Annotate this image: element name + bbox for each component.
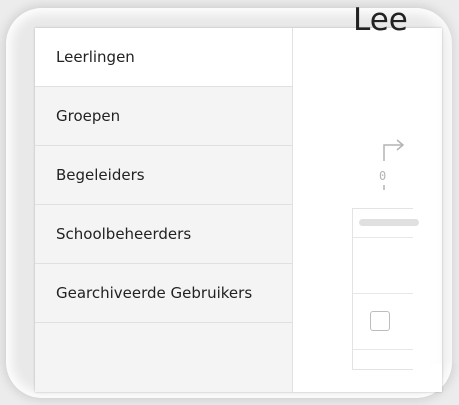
table-panel <box>352 208 419 370</box>
sidebar: Leerlingen Groepen Begeleiders Schoolbeh… <box>35 28 293 392</box>
sidebar-item-leerlingen[interactable]: Leerlingen <box>35 28 292 87</box>
svg-text:0: 0 <box>379 169 386 183</box>
sidebar-item-label: Groepen <box>56 107 121 125</box>
divider <box>353 237 413 238</box>
sidebar-item-label: Leerlingen <box>56 48 135 66</box>
sidebar-item-label: Schoolbeheerders <box>56 225 192 243</box>
sidebar-item-gearchiveerde-gebruikers[interactable]: Gearchiveerde Gebruikers <box>35 264 292 323</box>
sidebar-item-schoolbeheerders[interactable]: Schoolbeheerders <box>35 205 292 264</box>
row-checkbox[interactable] <box>370 311 390 331</box>
sidebar-item-groepen[interactable]: Groepen <box>35 87 292 146</box>
divider <box>353 293 413 294</box>
scrollbar[interactable] <box>359 219 419 226</box>
sidebar-item-label: Begeleiders <box>56 166 145 184</box>
sidebar-item-begeleiders[interactable]: Begeleiders <box>35 146 292 205</box>
divider <box>353 349 413 350</box>
sort-icon[interactable]: 0 <box>376 137 410 191</box>
sidebar-item-label: Gearchiveerde Gebruikers <box>56 284 253 302</box>
page-title: Lee <box>353 2 408 38</box>
edge-fade <box>429 0 459 364</box>
